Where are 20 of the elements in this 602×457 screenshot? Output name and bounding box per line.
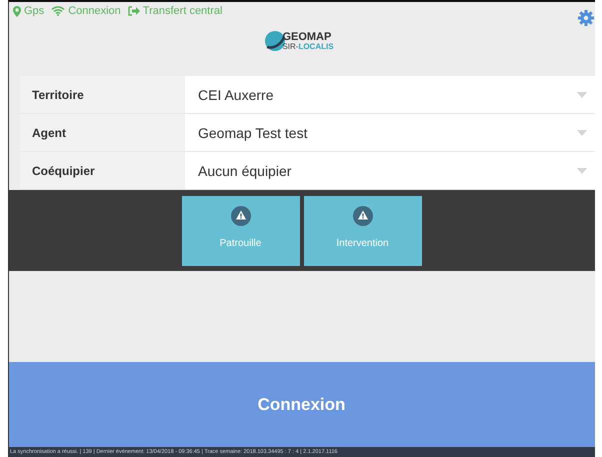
- status-indicator: Connexion: [51, 5, 121, 17]
- caret-icon: [577, 92, 587, 98]
- wifi-icon: [51, 6, 66, 16]
- warning-icon: [352, 206, 372, 226]
- map-pin-icon: [13, 6, 21, 16]
- status-indicator: Transfert central: [128, 5, 222, 17]
- sign-in-icon: [128, 6, 140, 16]
- logo-title: GEOMAP: [282, 32, 332, 42]
- field-label: Territoire: [20, 76, 185, 113]
- logo-subtitle: SIR-LOCALIS: [282, 42, 334, 50]
- dropdown-field[interactable]: Geomap Test test: [185, 114, 595, 151]
- dropdown-field[interactable]: Aucun équipier: [185, 152, 595, 189]
- field-label: Coéquipier: [20, 152, 185, 189]
- settings-icon[interactable]: [578, 10, 594, 26]
- field-label: Agent: [20, 114, 185, 151]
- warning-icon: [230, 206, 250, 226]
- status-indicator: Gps: [13, 5, 44, 17]
- caret-icon: [577, 168, 587, 174]
- caret-icon: [577, 130, 587, 136]
- dropdown-field[interactable]: CEI Auxerre: [185, 76, 595, 113]
